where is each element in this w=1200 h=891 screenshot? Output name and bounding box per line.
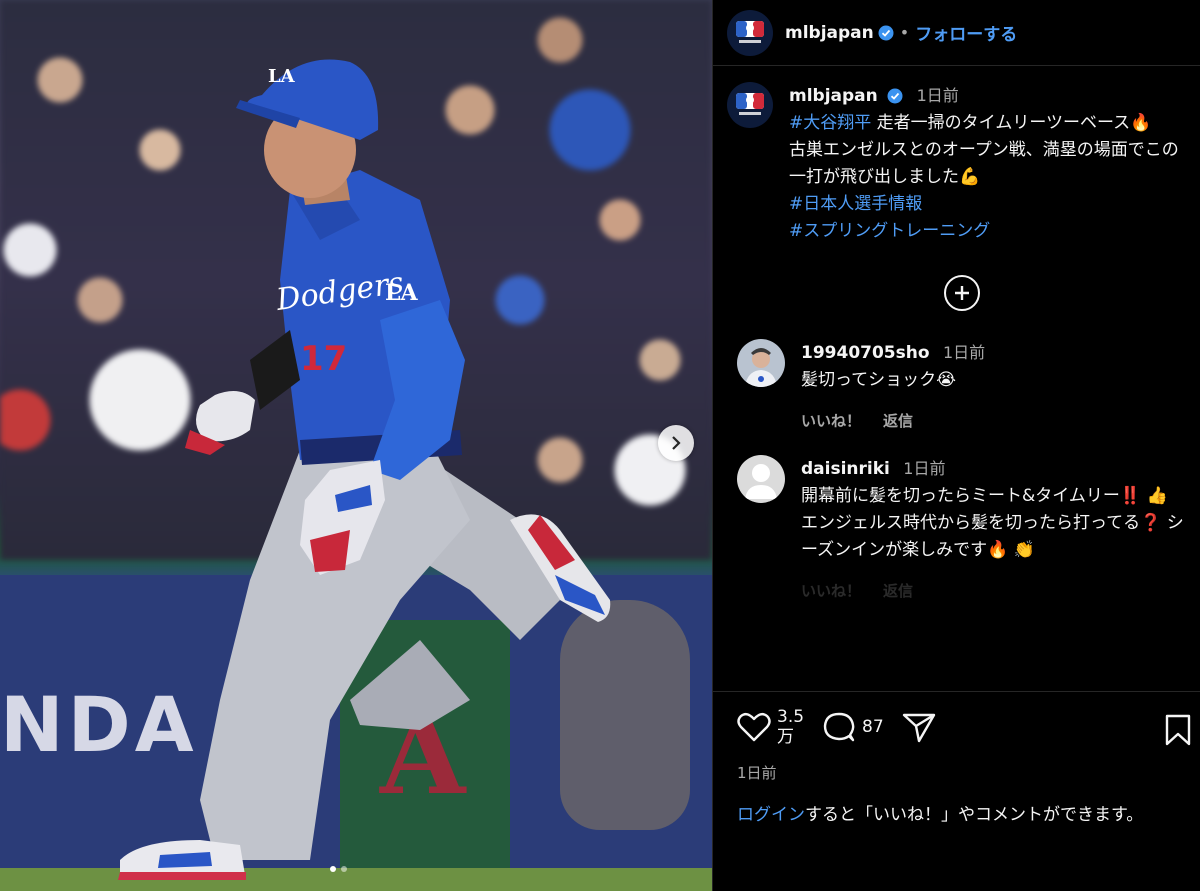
follow-button[interactable]: フォローする — [915, 20, 1017, 45]
comment-button[interactable]: 87 — [822, 711, 884, 743]
helmet-logo: LA — [268, 66, 296, 87]
default-user-icon — [737, 455, 785, 503]
share-button[interactable] — [902, 711, 936, 743]
jersey-number: 17 — [300, 339, 347, 379]
post-media: NDA A LA Dodgers 17 LA — [0, 0, 712, 891]
comment-username[interactable]: 19940705sho — [801, 343, 930, 363]
bookmark-icon — [1165, 714, 1191, 746]
post-side-panel: mlbjapan • フォローする mlbjapan 1日前 #大谷翔平 走者一… — [712, 0, 1200, 891]
comment-username[interactable]: daisinriki — [801, 459, 890, 479]
post-date: 1日前 — [737, 764, 777, 782]
like-button[interactable]: 3.5 万 — [737, 707, 804, 747]
verified-badge-icon — [878, 25, 894, 41]
likes-count: 3.5 万 — [777, 707, 805, 747]
user-photo-icon — [737, 339, 785, 387]
post-header: mlbjapan • フォローする — [713, 0, 1200, 66]
verified-badge-icon — [887, 88, 903, 104]
comment-item: daisinriki 1日前 開幕前に髪を切ったらミート&タイムリー‼️ 👍 エ… — [737, 455, 1186, 605]
carousel-dot-active — [330, 866, 336, 872]
comments-count: 87 — [862, 717, 884, 737]
login-prompt-text: すると「いいね！」やコメントができます。 — [805, 805, 1144, 825]
sleeve-logo: LA — [385, 280, 418, 306]
player-illustration: LA Dodgers 17 LA — [118, 59, 611, 880]
login-link[interactable]: ログイン — [737, 805, 805, 825]
paper-plane-icon — [902, 713, 935, 743]
comment-like-button[interactable]: いいね！ — [801, 408, 861, 435]
comment-reply-button[interactable]: 返信 — [883, 578, 913, 605]
mlb-logo-icon — [736, 20, 764, 43]
login-prompt: ログインすると「いいね！」やコメントができます。 — [737, 802, 1188, 829]
mlb-logo-icon — [736, 93, 764, 115]
comment-text: 開幕前に髪を切ったらミート&タイムリー‼️ 👍 エンジェルス時代から髪を切ったら… — [801, 486, 1184, 560]
hashtag-link[interactable]: #スプリングトレーニング — [789, 221, 990, 241]
load-more-comments — [737, 275, 1186, 311]
caption-avatar[interactable] — [727, 82, 773, 128]
mlb-avatar[interactable] — [727, 9, 773, 56]
comment-reply-button[interactable]: 返信 — [883, 408, 913, 435]
header-username[interactable]: mlbjapan — [785, 23, 874, 43]
plus-circle-icon[interactable] — [943, 275, 980, 311]
hashtag-link[interactable]: #日本人選手情報 — [789, 194, 922, 214]
comment-time: 1日前 — [942, 343, 986, 362]
caption-time: 1日前 — [916, 86, 959, 105]
comment-avatar[interactable] — [737, 455, 785, 503]
comment-avatar[interactable] — [737, 339, 785, 387]
comment-time: 1日前 — [903, 459, 946, 478]
caption-username[interactable]: mlbjapan — [789, 86, 878, 106]
caption: mlbjapan 1日前 #大谷翔平 走者一掃のタイムリーツーベース🔥 古巣エン… — [727, 82, 1186, 245]
caption-text: #大谷翔平 走者一掃のタイムリーツーベース🔥 古巣エンゼルスとのオープン戦、満塁… — [789, 110, 1186, 245]
comment-text: 髪切ってショック😭 — [801, 370, 957, 390]
header-separator: • — [899, 23, 910, 42]
heart-icon — [737, 712, 771, 742]
comment-item: 19940705sho 1日前 髪切ってショック😭 いいね！ 返信 — [737, 339, 1186, 435]
post-actions: 3.5 万 87 1日前 ログインすると「いいね！」やコメントができます。 — [713, 691, 1200, 891]
comment-like-button[interactable]: いいね！ — [801, 578, 861, 605]
caption-line1: 走者一掃のタイムリーツーベース🔥 — [871, 113, 1152, 133]
comment-bubble-icon — [823, 712, 855, 742]
carousel-dot — [341, 866, 347, 872]
carousel-indicator — [330, 866, 347, 872]
caption-line2: 古巣エンゼルスとのオープン戦、満塁の場面でこの一打が飛び出しました💪 — [789, 140, 1179, 187]
save-button[interactable] — [1164, 714, 1192, 750]
carousel-next-button[interactable] — [658, 425, 694, 461]
hashtag-link[interactable]: #大谷翔平 — [789, 113, 871, 133]
chevron-right-icon — [672, 436, 681, 450]
post-comments-area: mlbjapan 1日前 #大谷翔平 走者一掃のタイムリーツーベース🔥 古巣エン… — [713, 66, 1200, 691]
